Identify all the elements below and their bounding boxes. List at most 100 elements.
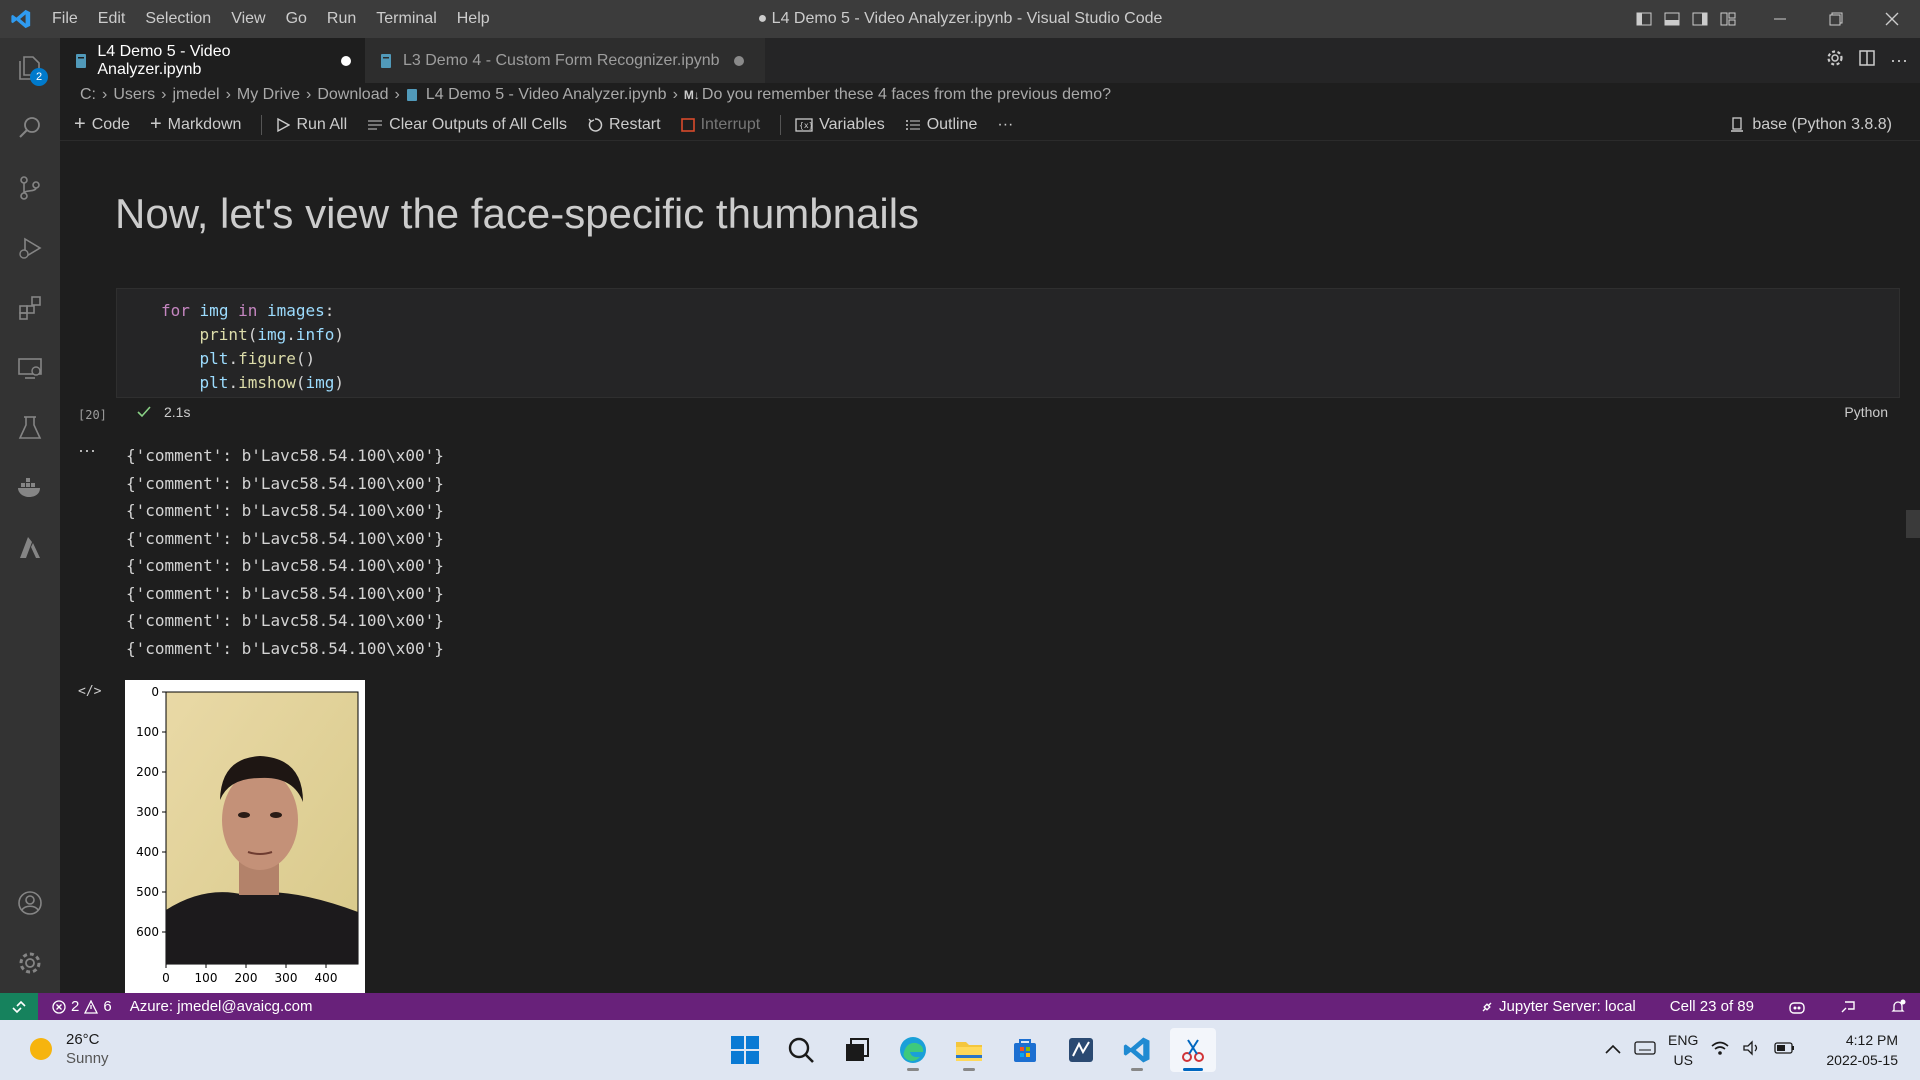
azure-account[interactable]: Azure: jmedel@avaicg.com [130,998,313,1015]
edge-browser-icon[interactable] [890,1028,936,1072]
menu-selection[interactable]: Selection [135,0,221,38]
cell-position[interactable]: Cell 23 of 89 [1670,998,1754,1015]
start-button-windows-icon[interactable] [722,1028,768,1072]
restore-button[interactable] [1808,0,1864,38]
outline-list-icon [905,119,920,130]
azure-data-studio-icon[interactable] [1058,1028,1104,1072]
menu-edit[interactable]: Edit [88,0,136,38]
svg-text:{x}: {x} [799,121,813,130]
accounts-icon[interactable] [0,873,60,933]
menu-terminal[interactable]: Terminal [366,0,446,38]
breadcrumb-item[interactable]: C: [80,86,96,104]
task-view-icon[interactable] [834,1028,880,1072]
variables-button[interactable]: {x} Variables [795,116,885,134]
taskbar-search-icon[interactable] [778,1028,824,1072]
microsoft-store-icon[interactable] [1002,1028,1048,1072]
more-toolbar-actions-button[interactable]: ··· [997,116,1013,134]
plus-icon: + [149,113,162,135]
chevron-right-icon: › [225,86,231,103]
notifications-bell-icon[interactable] [1890,999,1906,1015]
y-tick-label: 100 [136,725,159,739]
remote-explorer-icon[interactable] [0,338,60,398]
breadcrumb-item[interactable]: My Drive [237,86,300,104]
cell-language-picker[interactable]: Python [1844,404,1888,420]
extensions-icon[interactable] [0,278,60,338]
battery-icon[interactable] [1774,1041,1796,1059]
volume-icon[interactable] [1742,1040,1762,1060]
restart-button[interactable]: Restart [587,116,661,134]
markdown-icon: M↓ [683,88,700,102]
menu-go[interactable]: Go [276,0,317,38]
breadcrumb-item[interactable]: Users [113,86,155,104]
interrupt-button[interactable]: Interrupt [680,116,760,134]
unsaved-dot-icon[interactable] [733,55,744,66]
azure-icon[interactable] [0,518,60,578]
chevron-right-icon: › [672,86,678,103]
feedback-icon[interactable] [1840,999,1856,1015]
menu-file[interactable]: File [42,0,88,38]
outline-button[interactable]: Outline [905,116,977,134]
markdown-label: Markdown [167,115,242,133]
source-control-icon[interactable] [0,158,60,218]
kernel-picker[interactable]: base (Python 3.8.8) [1730,109,1892,141]
add-code-cell-button[interactable]: + Code [74,113,130,136]
toggle-primary-sidebar-icon[interactable] [1630,0,1658,38]
weather-widget[interactable]: 26°C Sunny [28,1030,109,1068]
tab-l4-demo-5[interactable]: L4 Demo 5 - Video Analyzer.ipynb [60,38,365,83]
clock[interactable]: 4:12 PM 2022-05-15 [1826,1030,1898,1070]
breadcrumb-item[interactable]: L4 Demo 5 - Video Analyzer.ipynb [426,86,667,104]
unsaved-dot-icon[interactable] [341,55,351,66]
x-axis-ticks: 0 100 200 300 400 [162,964,337,985]
jupyter-server-status[interactable]: Jupyter Server: local [1480,998,1636,1015]
keyboard-icon[interactable] [1634,1040,1656,1060]
x-tick-label: 100 [195,971,218,985]
search-icon[interactable] [0,98,60,158]
split-editor-icon[interactable] [1858,49,1876,72]
explorer-icon[interactable]: 2 [0,38,60,98]
output-line: {'comment': b'Lavc58.54.100\x00'} [126,611,444,630]
manage-gear-icon[interactable] [0,933,60,993]
output-actions-button[interactable]: ··· [78,440,96,461]
problems-indicator[interactable]: 2 6 [52,998,112,1015]
toggle-panel-icon[interactable] [1658,0,1686,38]
chevron-up-icon[interactable] [1604,1042,1622,1059]
customize-layout-icon[interactable] [1714,0,1742,38]
close-button[interactable] [1864,0,1920,38]
tab-l3-demo-4[interactable]: L3 Demo 4 - Custom Form Recognizer.ipynb [365,38,765,83]
minimize-button[interactable] [1752,0,1808,38]
run-debug-icon[interactable] [0,218,60,278]
vscode-logo-icon[interactable] [0,0,42,38]
menu-view[interactable]: View [221,0,275,38]
toggle-secondary-sidebar-icon[interactable] [1686,0,1714,38]
file-explorer-icon[interactable] [946,1028,992,1072]
breadcrumb-item[interactable]: jmedel [172,86,219,104]
menu-run[interactable]: Run [317,0,366,38]
menu-help[interactable]: Help [447,0,500,38]
notebook-file-icon [381,53,391,68]
run-all-button[interactable]: Run All [276,116,347,134]
code-cell[interactable]: for img in images: print(img.info) plt.f… [116,288,1900,398]
breadcrumb-current-cell[interactable]: Do you remember these 4 faces from the p… [702,86,1111,104]
wifi-icon[interactable] [1710,1040,1730,1060]
breadcrumb-item[interactable]: Download [317,86,388,104]
output-mimetype-icon[interactable]: </> [78,684,101,699]
code-editor[interactable]: for img in images: print(img.info) plt.f… [161,299,344,395]
more-actions-icon[interactable]: ··· [1890,50,1908,71]
docker-icon[interactable] [0,458,60,518]
add-markdown-cell-button[interactable]: + Markdown [150,113,242,136]
editor-scrollbar[interactable] [1906,510,1920,538]
clear-outputs-button[interactable]: Clear Outputs of All Cells [367,116,567,134]
testing-icon[interactable] [0,398,60,458]
remote-indicator-icon[interactable] [0,993,38,1020]
divider [261,114,263,135]
system-tray: ENG US 4:12 PM 2022-05-15 [1604,1028,1898,1072]
input-language[interactable]: ENG US [1668,1030,1698,1070]
warning-icon [84,999,99,1014]
notebook-settings-gear-icon[interactable] [1826,49,1844,72]
snipping-tool-icon[interactable] [1170,1028,1216,1072]
running-indicator [1131,1068,1143,1071]
execution-duration: 2.1s [164,404,191,420]
copilot-icon[interactable] [1788,999,1806,1015]
y-tick-label: 300 [136,805,159,819]
vscode-taskbar-icon[interactable] [1114,1028,1160,1072]
